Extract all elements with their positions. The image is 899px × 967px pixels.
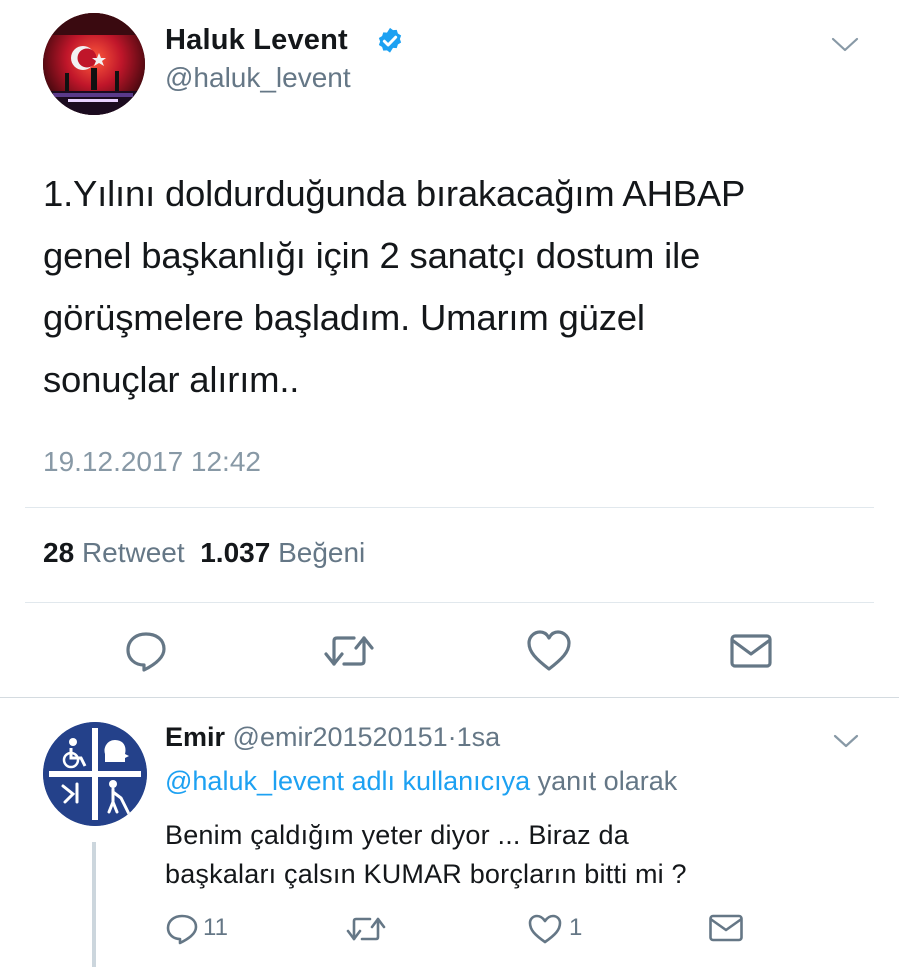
thread-line bbox=[92, 842, 96, 967]
separator-dot: · bbox=[447, 722, 457, 752]
author-handle[interactable]: @haluk_levent bbox=[165, 62, 351, 94]
reply-text: Benim çaldığım yeter diyor ... Biraz da … bbox=[165, 820, 687, 889]
divider bbox=[25, 602, 874, 603]
tweet-timestamp: 19.12.2017 12:42 bbox=[43, 446, 261, 477]
reply-time[interactable]: 1sa bbox=[457, 722, 501, 752]
verified-badge-icon bbox=[378, 27, 402, 53]
like-count[interactable]: 1.037 bbox=[200, 537, 270, 568]
author-name[interactable]: Haluk Levent bbox=[165, 24, 348, 57]
divider bbox=[0, 697, 899, 698]
message-icon[interactable] bbox=[708, 913, 744, 943]
retweet-icon[interactable] bbox=[346, 914, 386, 944]
like-icon[interactable] bbox=[527, 913, 563, 945]
reply-header: Emir @emir201520151·1sa bbox=[165, 722, 500, 753]
reply-icon[interactable] bbox=[165, 912, 199, 946]
reply-author-avatar[interactable] bbox=[43, 722, 147, 826]
like-label[interactable]: Beğeni bbox=[278, 537, 365, 568]
replying-to-suffix: yanıt olarak bbox=[537, 766, 678, 796]
tweet-text: 1.Yılını doldurduğunda bırakacağım AHBAP… bbox=[43, 173, 746, 400]
reply-like-count: 1 bbox=[569, 914, 583, 941]
engagement-stats: 28 Retweet 1.037 Beğeni bbox=[43, 537, 365, 569]
reply-author-handle[interactable]: @emir201520151 bbox=[233, 722, 448, 752]
reply-author-name[interactable]: Emir bbox=[165, 722, 225, 752]
message-icon[interactable] bbox=[729, 632, 773, 670]
reply-icon[interactable] bbox=[124, 629, 168, 673]
retweet-icon[interactable] bbox=[324, 632, 374, 670]
concert-photo bbox=[43, 13, 145, 115]
accessibility-logo bbox=[43, 722, 147, 826]
reply-count: 11 bbox=[203, 914, 228, 941]
replying-to-link[interactable]: @haluk_levent adlı kullanıcıya bbox=[165, 766, 530, 796]
divider bbox=[25, 507, 874, 508]
retweet-count[interactable]: 28 bbox=[43, 537, 74, 568]
like-icon[interactable] bbox=[526, 629, 572, 673]
retweet-label[interactable]: Retweet bbox=[82, 537, 185, 568]
chevron-down-icon[interactable] bbox=[830, 34, 860, 54]
reply-context: @haluk_levent adlı kullanıcıya yanıt ola… bbox=[165, 766, 677, 797]
author-avatar[interactable] bbox=[43, 13, 145, 115]
chevron-down-icon[interactable] bbox=[832, 732, 860, 750]
